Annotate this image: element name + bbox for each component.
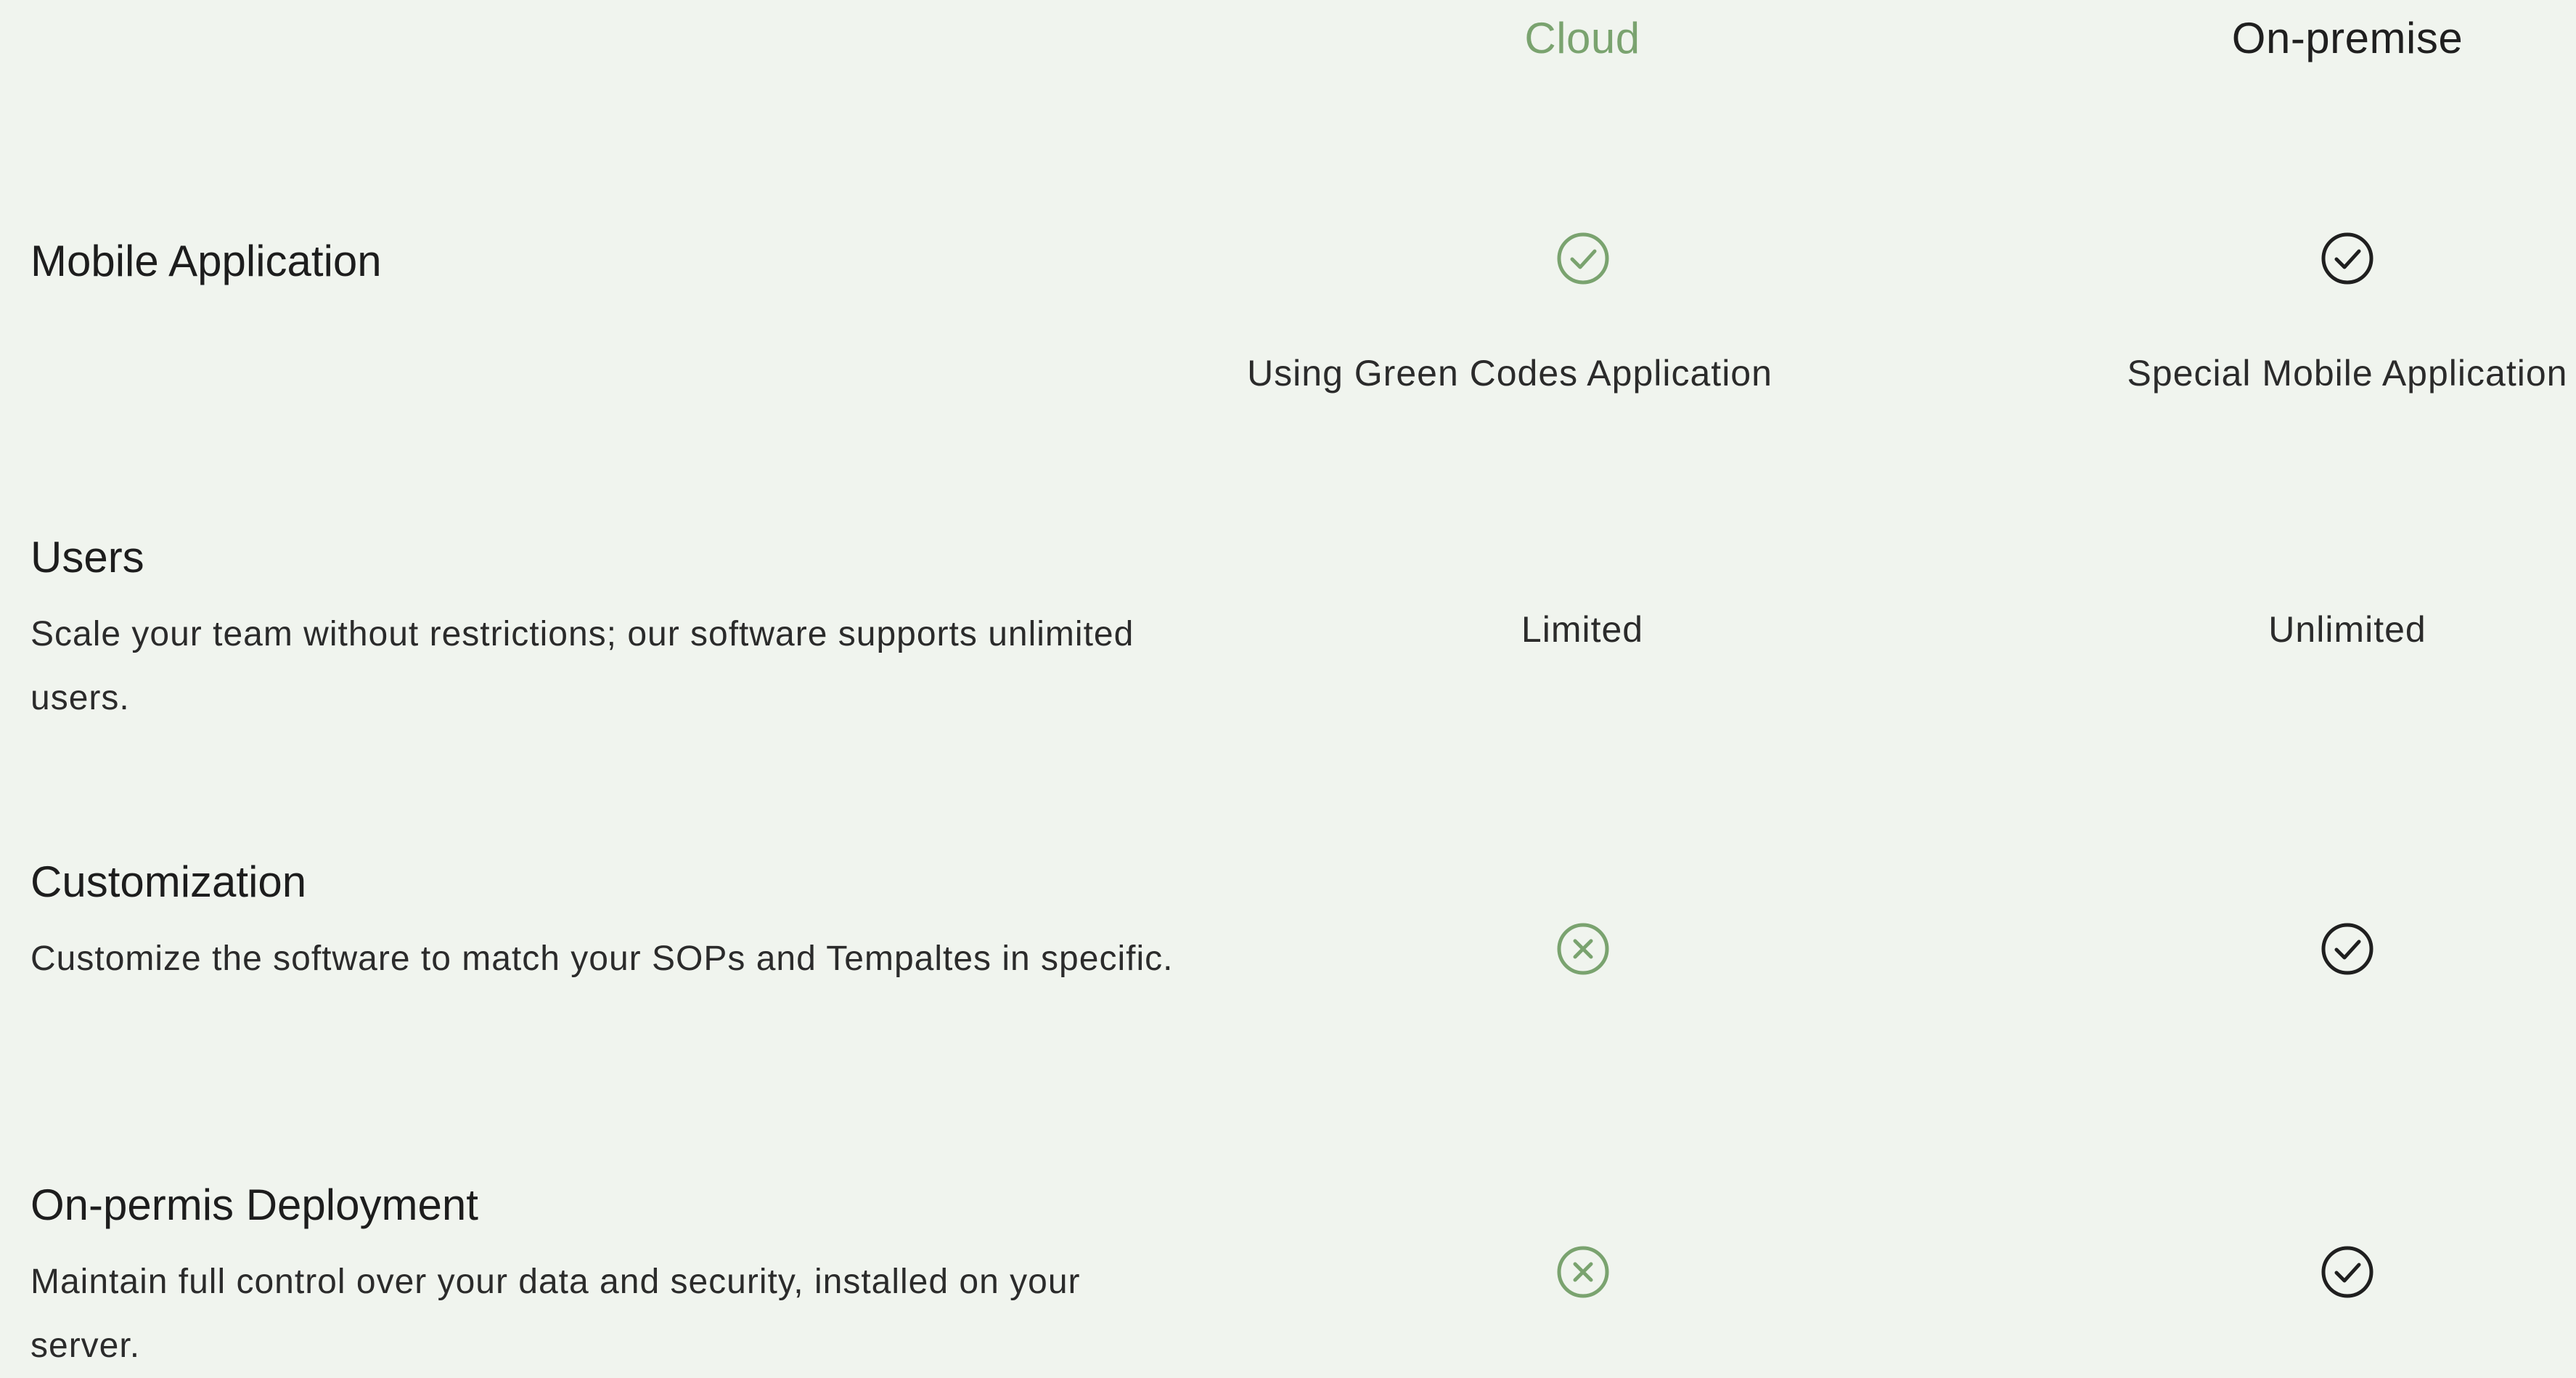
feature-title-mobile-application: Mobile Application [30,237,382,285]
feature-description-customization: Customize the software to match your SOP… [30,939,1174,978]
column-header-cloud: Cloud [1524,14,1640,62]
onpremise-users-value: Unlimited [2268,609,2426,650]
x-circle-icon [1554,1243,1612,1301]
feature-comparison-table: Cloud On-premise Mobile Application Usin… [0,0,2576,1365]
feature-title-onpremis-deployment: On-permis Deployment [30,1181,478,1229]
feature-description-users: Scale your team without restrictions; ou… [30,615,1134,717]
feature-title-customization: Customization [30,857,307,906]
feature-description-onpremis-deployment: Maintain full control over your data and… [30,1263,1081,1365]
check-circle-icon [2318,920,2376,978]
onpremise-mobile-app-detail: Special Mobile Application [2127,353,2568,394]
x-circle-icon [1554,920,1612,978]
column-header-onpremise: On-premise [2231,14,2463,62]
check-circle-icon [2318,229,2376,288]
check-circle-icon [2318,1243,2376,1301]
cloud-mobile-app-detail: Using Green Codes Application [1247,353,1772,394]
feature-title-users: Users [30,533,144,582]
cloud-users-value: Limited [1521,609,1644,650]
check-circle-icon [1554,229,1612,288]
